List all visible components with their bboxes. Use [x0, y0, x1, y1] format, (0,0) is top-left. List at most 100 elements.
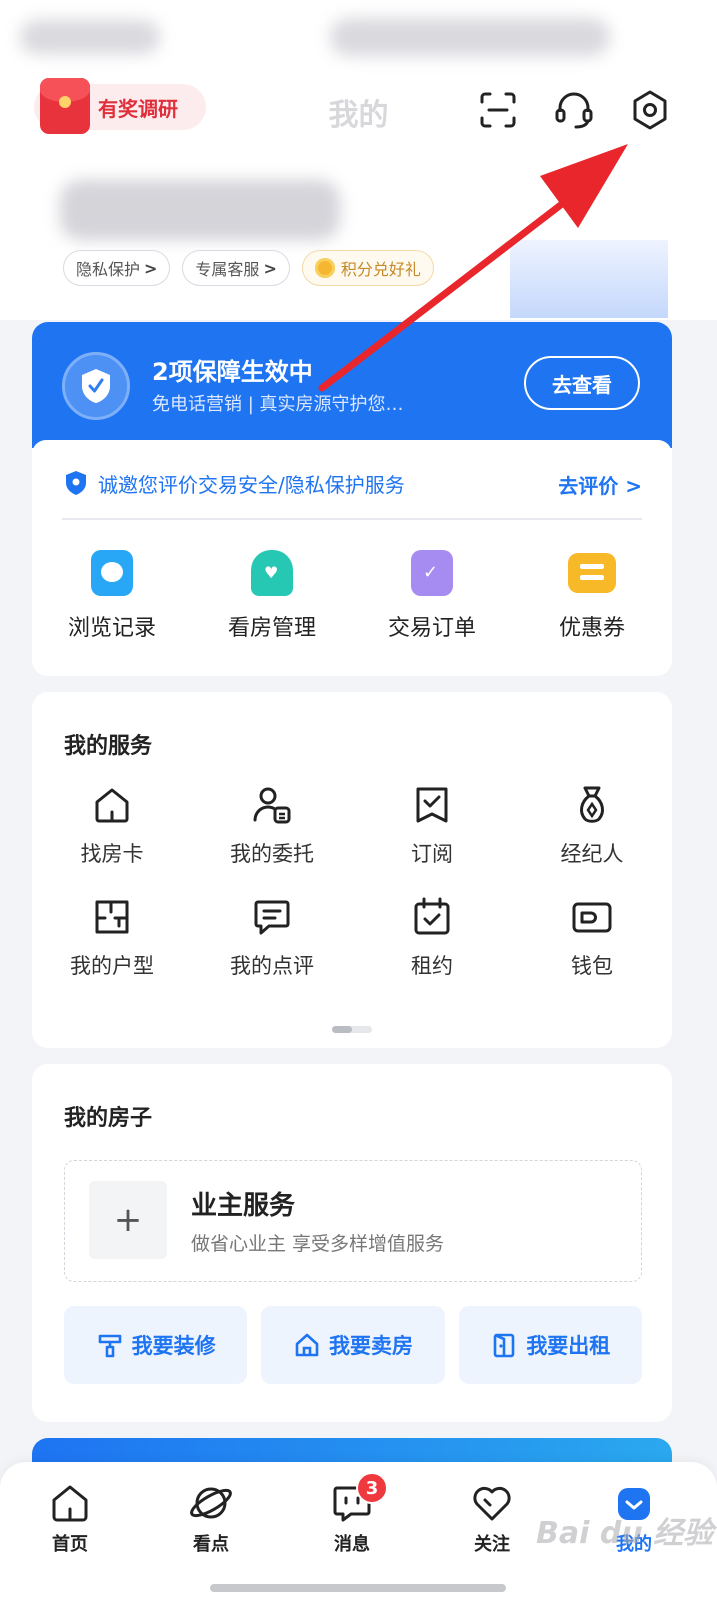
- page-title: 我的: [328, 98, 389, 133]
- coin-icon: [314, 258, 335, 278]
- calendar-check-icon: [414, 897, 450, 935]
- points-gift-pill[interactable]: 积分兑好礼: [301, 250, 434, 286]
- quick-item-label: 交易订单: [387, 616, 476, 641]
- pill-label: 积分兑好礼: [340, 260, 421, 279]
- tab-highlights[interactable]: 看点: [161, 1480, 261, 1556]
- service-my-floorplan[interactable]: 我的户型: [32, 894, 192, 980]
- floorplan-icon: [95, 900, 129, 934]
- service-label: 找房卡: [80, 842, 144, 866]
- tab-label: 消息: [334, 1534, 370, 1555]
- location-shield-icon: [66, 471, 86, 495]
- service-house-card[interactable]: 找房卡: [32, 782, 192, 868]
- quick-entry-row: 浏览记录 ♥ 看房管理 ✓ 交易订单 优惠券: [32, 550, 672, 642]
- plus-icon: +: [89, 1181, 167, 1259]
- status-bar-blur: [20, 20, 160, 54]
- guarantee-body: 诚邀您评价交易安全/隐私保护服务 去评价 > 浏览记录 ♥ 看房管理 ✓ 交易订…: [32, 440, 672, 676]
- agent-bag-icon: [580, 786, 604, 823]
- quick-item-label: 浏览记录: [67, 616, 156, 641]
- chat-bubble-icon: [91, 550, 133, 596]
- guarantee-subtitle: 免电话营销 | 真实房源守护您…: [152, 394, 404, 415]
- tab-home[interactable]: 首页: [20, 1480, 120, 1556]
- evaluate-link[interactable]: 去评价 >: [558, 470, 642, 499]
- tab-follow[interactable]: 关注: [442, 1480, 542, 1556]
- unread-count-badge: 3: [356, 1472, 388, 1504]
- rent-out-button[interactable]: 我要出租: [458, 1306, 642, 1384]
- guarantee-banner[interactable]: 2项保障生效中 免电话营销 | 真实房源守护您… 去查看: [32, 322, 672, 448]
- quick-item-browse-history[interactable]: 浏览记录: [32, 550, 192, 642]
- wallet-icon: [572, 902, 612, 933]
- service-label: 我的点评: [230, 954, 314, 978]
- top-navigation: 有奖调研 我的: [0, 72, 717, 142]
- chevron-right-icon: >: [263, 258, 277, 278]
- comment-icon: [254, 900, 290, 935]
- service-subscribe[interactable]: 订阅: [352, 782, 512, 868]
- home-icon: [52, 1485, 88, 1522]
- shield-icon: [62, 352, 130, 420]
- sell-house-button[interactable]: 我要卖房: [261, 1306, 445, 1384]
- service-wallet[interactable]: 钱包: [512, 894, 672, 980]
- rent-out-label: 我要出租: [526, 1334, 611, 1358]
- tab-messages[interactable]: 3 消息: [302, 1472, 402, 1556]
- planet-icon: [190, 1487, 232, 1519]
- section-title: 我的服务: [64, 734, 153, 759]
- door-icon: [494, 1333, 515, 1358]
- tab-label: 看点: [193, 1534, 229, 1555]
- quick-item-coupons[interactable]: 优惠券: [512, 550, 672, 642]
- section-title: 我的房子: [64, 1106, 153, 1131]
- page-indicator: [332, 1026, 372, 1033]
- chevron-right-icon: >: [144, 258, 158, 278]
- service-label: 我的委托: [230, 842, 314, 866]
- profile-pill-row: 隐私保护 > 专属客服 > 积分兑好礼: [63, 250, 434, 286]
- scan-icon[interactable]: [476, 88, 520, 132]
- view-guarantee-button[interactable]: 去查看: [524, 356, 640, 410]
- baidu-watermark: Bai du 经验: [536, 1516, 714, 1551]
- home-indicator: [210, 1584, 506, 1592]
- profile-header-area: 有奖调研 我的 隐私保护 > 专属客服 > 积分兑好礼: [0, 0, 717, 320]
- evaluation-invite-text: 诚邀您评价交易安全/隐私保护服务: [98, 472, 405, 497]
- owner-service-subtitle: 做省心业主 享受多样增值服务: [191, 1233, 445, 1255]
- renovate-label: 我要装修: [131, 1334, 216, 1358]
- privacy-protection-pill[interactable]: 隐私保护 >: [63, 250, 171, 286]
- quick-item-label: 看房管理: [227, 616, 316, 641]
- divider: [62, 518, 642, 520]
- quick-item-viewing-management[interactable]: ♥ 看房管理: [192, 550, 352, 642]
- tab-label: 首页: [52, 1534, 88, 1555]
- owner-service-entry[interactable]: + 业主服务 做省心业主 享受多样增值服务: [64, 1160, 642, 1282]
- service-label: 经纪人: [560, 842, 624, 866]
- house-icon: [295, 1333, 319, 1357]
- settings-icon[interactable]: [628, 88, 672, 132]
- exclusive-service-pill[interactable]: 专属客服 >: [182, 250, 290, 286]
- service-label: 订阅: [411, 842, 453, 866]
- service-label: 我的户型: [70, 954, 154, 978]
- bookmark-check-icon: [416, 787, 448, 823]
- pill-label: 专属客服: [195, 260, 260, 279]
- customer-service-icon[interactable]: [552, 88, 596, 132]
- guarantee-title: 2项保障生效中: [152, 358, 313, 386]
- user-info-blur: [60, 180, 340, 240]
- tab-label: 关注: [474, 1534, 510, 1555]
- house-heart-icon: ♥: [251, 550, 293, 596]
- evaluation-invite-row[interactable]: 诚邀您评价交易安全/隐私保护服务 去评价 >: [64, 468, 642, 498]
- services-grid: 找房卡 我的委托 订阅 经纪人 我的户型 我的点评 租约 钱包: [32, 782, 672, 980]
- guarantee-card: 2项保障生效中 免电话营销 | 真实房源守护您… 去查看 诚邀您评价交易安全/隐…: [32, 322, 672, 676]
- paint-roller-icon: [98, 1334, 121, 1358]
- service-label: 钱包: [571, 954, 613, 978]
- member-card-blur: [510, 240, 668, 318]
- service-label: 租约: [411, 954, 453, 978]
- service-lease[interactable]: 租约: [352, 894, 512, 980]
- quick-item-label: 优惠券: [558, 616, 625, 641]
- my-services-card: 我的服务 找房卡 我的委托 订阅 经纪人 我的户型 我的点评 租约 钱包: [32, 692, 672, 1048]
- owner-service-title: 业主服务: [191, 1191, 296, 1221]
- quick-item-trade-orders[interactable]: ✓ 交易订单: [352, 550, 512, 642]
- pill-label: 隐私保护: [76, 260, 141, 279]
- service-my-reviews[interactable]: 我的点评: [192, 894, 352, 980]
- heart-icon: [473, 1486, 511, 1521]
- clipboard-check-icon: ✓: [411, 550, 453, 596]
- status-bar-blur: [330, 18, 610, 56]
- sell-house-label: 我要卖房: [328, 1334, 413, 1358]
- person-document-icon: [253, 787, 291, 824]
- renovate-button[interactable]: 我要装修: [64, 1306, 248, 1384]
- service-agent[interactable]: 经纪人: [512, 782, 672, 868]
- house-action-row: 我要装修 我要卖房 我要出租: [64, 1306, 642, 1384]
- service-my-entrust[interactable]: 我的委托: [192, 782, 352, 868]
